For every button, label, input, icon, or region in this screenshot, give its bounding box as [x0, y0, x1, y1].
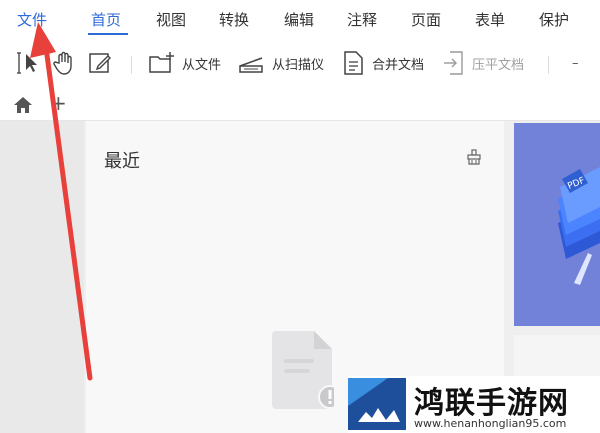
edit-tool-button[interactable]: [88, 50, 114, 76]
tab-strip: +: [0, 88, 600, 121]
menu-home[interactable]: 首页: [91, 9, 121, 30]
left-rail: [0, 121, 84, 433]
collapse-label: –: [572, 55, 579, 71]
active-tab-indicator: [88, 33, 128, 35]
menu-edit[interactable]: 编辑: [284, 9, 314, 30]
watermark: 鸿联手游网 www.henanhonglian95.com: [348, 376, 600, 433]
menu-view[interactable]: 视图: [156, 9, 186, 30]
collapse-toolbar-button[interactable]: –: [572, 50, 579, 76]
merge-docs-label: 合并文档: [372, 57, 425, 73]
compress-docs-button[interactable]: 压平文档: [442, 50, 524, 76]
clean-recent-button[interactable]: [466, 149, 482, 165]
home-tab[interactable]: [12, 95, 34, 115]
watermark-title: 鸿联手游网: [414, 386, 569, 421]
menu-convert[interactable]: 转换: [219, 9, 249, 30]
menu-annotate[interactable]: 注释: [347, 9, 377, 30]
folder-plus-icon: [148, 50, 176, 76]
recent-title: 最近: [104, 151, 140, 172]
toolbar-divider: [548, 56, 549, 74]
clean-icon: [466, 149, 482, 169]
scanner-icon: [238, 50, 266, 76]
menu-file[interactable]: 文件: [17, 9, 47, 30]
menu-protect[interactable]: 保护: [539, 9, 569, 30]
menu-form[interactable]: 表单: [475, 9, 505, 30]
toolbar-divider: [131, 56, 132, 74]
toolbar: 从文件 从扫描仪 合并文档 压平文档 –: [0, 40, 600, 88]
hand-icon: [52, 50, 76, 76]
pdf-stack-illustration: PDF: [514, 123, 600, 326]
compress-icon: [442, 50, 466, 76]
edit-icon: [88, 50, 114, 76]
compress-docs-label: 压平文档: [472, 57, 525, 73]
watermark-logo: [348, 378, 406, 430]
add-tab-button[interactable]: +: [50, 93, 67, 113]
from-scanner-label: 从扫描仪: [272, 57, 325, 73]
home-icon: [12, 97, 34, 119]
empty-state-document-icon: [272, 331, 342, 409]
document-icon: [342, 50, 366, 76]
menu-page[interactable]: 页面: [411, 9, 441, 30]
watermark-url: www.henanhonglian95.com: [414, 417, 567, 430]
promo-banner[interactable]: PDF: [514, 123, 600, 326]
from-scanner-button[interactable]: 从扫描仪: [238, 50, 324, 76]
from-file-label: 从文件: [182, 57, 222, 73]
select-cursor-icon: [16, 50, 44, 76]
menu-bar: 文件 首页 视图 转换 编辑 注释 页面 表单 保护: [0, 0, 600, 40]
merge-docs-button[interactable]: 合并文档: [342, 50, 424, 76]
select-tool-button[interactable]: [16, 50, 44, 76]
hand-tool-button[interactable]: [52, 50, 76, 76]
from-file-button[interactable]: 从文件: [148, 50, 221, 76]
